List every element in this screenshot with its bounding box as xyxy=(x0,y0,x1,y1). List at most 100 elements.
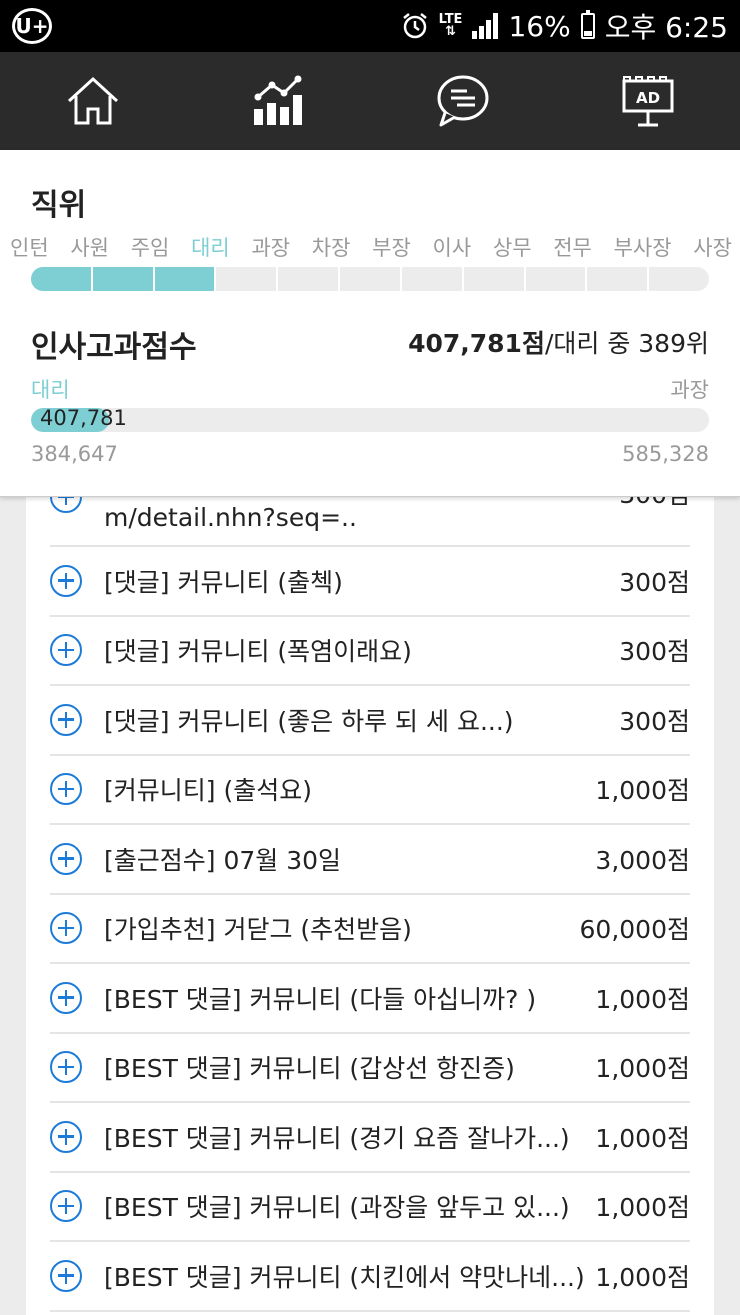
score-value: 407,781 xyxy=(40,406,127,430)
list-item-title: [BEST 댓글] 커뮤니티 (과장을 앞두고 있...) xyxy=(104,1193,570,1223)
rank-title: 직위 xyxy=(31,188,87,223)
points-history-list: m/detail.nhn?seq=.. 300점 [댓글] 커뮤니티 (출첵) 300… xyxy=(50,470,690,1312)
list-item[interactable]: [BEST 댓글] 커뮤니티 (갑상선 항진증) 1,000점 xyxy=(50,1034,690,1103)
rank-progress-segment xyxy=(526,267,588,291)
score-rank-text: /대리 중 389위 xyxy=(544,329,709,358)
top-nav: AD xyxy=(0,52,740,150)
list-item-title: [BEST 댓글] 커뮤니티 (갑상선 항진증) xyxy=(104,1054,515,1084)
rank-level-label: 부사장 xyxy=(613,236,672,260)
list-item-points: 1,000점 xyxy=(595,776,690,806)
list-item-title: m/detail.nhn?seq=.. xyxy=(104,503,357,532)
rank-level-label: 사원 xyxy=(70,236,109,260)
rank-progress-segment xyxy=(154,267,217,291)
plus-circle-icon[interactable] xyxy=(50,564,82,597)
list-item[interactable]: [BEST 댓글] 커뮤니티 (과장을 앞두고 있...) 1,000점 xyxy=(50,1173,690,1242)
clock: 오후 6:25 xyxy=(604,11,728,44)
battery-percent: 16% xyxy=(508,9,571,43)
list-item-points: 1,000점 xyxy=(595,1123,690,1153)
nav-ad[interactable]: AD xyxy=(555,52,740,150)
rank-level-label: 과장 xyxy=(251,236,291,260)
rank-progress-segment xyxy=(216,267,279,291)
chat-icon xyxy=(437,75,488,127)
list-item-title: [BEST 댓글] 커뮤니티 (다들 아십니까? ) xyxy=(104,984,537,1014)
rank-level-label: 인턴 xyxy=(10,236,49,260)
min-score: 384,647 xyxy=(31,442,118,466)
plus-circle-icon[interactable] xyxy=(50,1259,82,1292)
ad-board-icon: AD xyxy=(622,76,673,127)
plus-circle-icon[interactable] xyxy=(50,1051,82,1084)
list-item-points: 1,000점 xyxy=(595,1193,690,1223)
score-title: 인사고과점수 xyxy=(31,330,197,365)
status-indicators: LTE ⇅ 16% 오후 6:25 xyxy=(401,0,728,52)
list-item-title: [댓글] 커뮤니티 (출첵) xyxy=(104,567,343,597)
list-item-title: [댓글] 커뮤니티 (좋은 하루 되 세 요...) xyxy=(104,706,514,736)
plus-circle-icon[interactable] xyxy=(50,634,82,667)
list-item-points: 300점 xyxy=(619,706,690,736)
list-item-title: [댓글] 커뮤니티 (폭염이래요) xyxy=(104,637,412,667)
nav-home[interactable] xyxy=(0,52,185,150)
rank-progress-segment xyxy=(340,267,402,291)
list-item[interactable]: [BEST 댓글] 커뮤니티 (치킨에서 약맛나네...) 1,000점 xyxy=(50,1242,690,1312)
plus-circle-icon[interactable] xyxy=(50,1190,82,1223)
plus-circle-icon[interactable] xyxy=(50,842,82,875)
list-item[interactable]: [가입추천] 거닫그 (추천받음) 60,000점 xyxy=(50,895,690,964)
rank-progress-segment xyxy=(402,267,464,291)
list-item[interactable]: [커뮤니티] (출석요) 1,000점 xyxy=(50,756,690,825)
list-item[interactable]: [출근점수] 07월 30일 3,000점 xyxy=(50,825,690,895)
battery-icon xyxy=(580,10,595,39)
rank-level-label: 이사 xyxy=(432,236,472,260)
rank-level-label: 부장 xyxy=(372,236,411,260)
list-item-points: 300점 xyxy=(619,637,690,667)
list-item-points: 300점 xyxy=(619,567,690,597)
rank-progress-segment xyxy=(464,267,526,291)
list-item-points: 1,000점 xyxy=(595,1054,690,1084)
nav-chat[interactable] xyxy=(370,52,555,150)
max-score: 585,328 xyxy=(622,442,709,466)
current-rank-label: 대리 xyxy=(31,378,70,402)
list-item[interactable]: [댓글] 커뮤니티 (좋은 하루 되 세 요...) 300점 xyxy=(50,686,690,756)
list-item-title: [BEST 댓글] 커뮤니티 (경기 요즘 잘나가...) xyxy=(104,1123,570,1153)
chart-icon xyxy=(253,75,302,125)
plus-circle-icon[interactable] xyxy=(50,981,82,1014)
rank-progress-segment xyxy=(31,267,93,291)
list-item-points: 1,000점 xyxy=(595,984,690,1014)
plus-circle-icon[interactable] xyxy=(50,773,82,806)
rank-progress-segment xyxy=(92,267,155,291)
rank-level-label: 차장 xyxy=(311,236,351,260)
score-summary: 407,781점/대리 중 389위 xyxy=(408,324,709,360)
nav-stats[interactable] xyxy=(185,52,370,150)
plus-circle-icon[interactable] xyxy=(50,703,82,736)
carrier-logo-text: U+ xyxy=(15,14,49,38)
rank-panel: 직위 인턴 사원 주임대리 과장 차장 부장 이사 상무 전무 부사장 사장 인사고과점수 407,… xyxy=(0,150,740,497)
network-type: LTE ⇅ xyxy=(438,12,463,39)
rank-progress-bar xyxy=(31,267,709,291)
list-item-title: [커뮤니티] (출석요) xyxy=(104,776,312,806)
rank-level-label: 주임 xyxy=(130,236,170,260)
next-rank-label: 과장 xyxy=(670,378,709,402)
carrier-logo-icon: U+ xyxy=(12,8,52,44)
rank-level-label: 상무 xyxy=(492,236,532,260)
list-item-points: 3,000점 xyxy=(595,845,690,875)
rank-progress-segment xyxy=(649,267,709,291)
plus-circle-icon[interactable] xyxy=(50,1120,82,1153)
rank-progress-segment xyxy=(278,267,341,291)
list-item-title: [BEST 댓글] 커뮤니티 (치킨에서 약맛나네...) xyxy=(104,1262,585,1292)
list-item[interactable]: [BEST 댓글] 커뮤니티 (경기 요즘 잘나가...) 1,000점 xyxy=(50,1103,690,1173)
score-points: 407,781점 xyxy=(408,329,545,358)
rank-progress-segment xyxy=(587,267,650,291)
list-item[interactable]: [댓글] 커뮤니티 (출첵) 300점 xyxy=(50,547,690,617)
list-item[interactable]: [댓글] 커뮤니티 (폭염이래요) 300점 xyxy=(50,617,690,686)
list-item-title: [가입추천] 거닫그 (추천받음) xyxy=(104,915,412,945)
rank-level-label: 사장 xyxy=(693,236,732,260)
svg-text:AD: AD xyxy=(635,89,659,107)
list-item-points: 60,000점 xyxy=(579,915,690,945)
rank-level-label: 전무 xyxy=(553,236,592,260)
alarm-clock-icon xyxy=(402,13,427,39)
list-item[interactable]: [BEST 댓글] 커뮤니티 (다들 아십니까? ) 1,000점 xyxy=(50,964,690,1034)
home-icon xyxy=(67,76,118,125)
status-bar: U+ LTE ⇅ 16% 오후 6:25 xyxy=(0,0,740,52)
score-progress-bar xyxy=(31,408,709,432)
plus-circle-icon[interactable] xyxy=(50,912,82,945)
list-item-points: 1,000점 xyxy=(595,1262,690,1292)
points-history-card: m/detail.nhn?seq=.. 300점 [댓글] 커뮤니티 (출첵) 300… xyxy=(26,470,714,1315)
